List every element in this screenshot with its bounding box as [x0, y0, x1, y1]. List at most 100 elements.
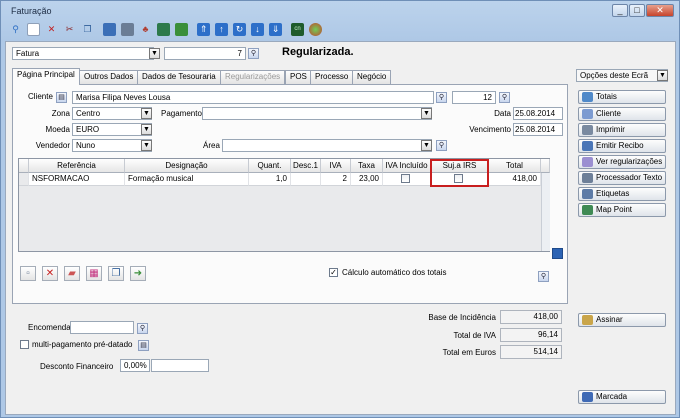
etiquetas-button[interactable]: Etiquetas — [578, 187, 666, 201]
zona-dropdown[interactable]: ▼ — [141, 108, 152, 119]
refresh-icon[interactable]: ↻ — [233, 23, 246, 36]
maximize-button[interactable]: □ — [629, 4, 645, 17]
iva-incluido-checkbox[interactable] — [401, 174, 410, 183]
map-icon — [582, 205, 593, 215]
desconto-value-field[interactable] — [151, 359, 209, 372]
calendar-icon[interactable]: ▦ — [86, 266, 102, 281]
encomenda-search-icon[interactable]: ⚲ — [137, 323, 148, 334]
moeda-dropdown[interactable]: ▼ — [141, 124, 152, 135]
data-field[interactable]: 25.08.2014 — [513, 107, 563, 120]
cliente-search-icon[interactable]: ⚲ — [436, 92, 447, 103]
area-dropdown[interactable]: ▼ — [421, 140, 432, 151]
tab-processo[interactable]: Processo — [310, 70, 354, 84]
new-line-icon[interactable]: ▫ — [20, 266, 36, 281]
document-icon[interactable]: ❐ — [108, 266, 124, 281]
doc-type-select[interactable]: Fatura — [12, 47, 154, 60]
upload-icon[interactable]: ⇑ — [197, 23, 210, 36]
total-iva-value: 96,14 — [500, 328, 562, 342]
vendedor-field[interactable]: Nuno — [72, 139, 152, 152]
doc-number-lookup-icon[interactable]: ⚲ — [248, 48, 259, 59]
close-button[interactable]: ✕ — [646, 4, 674, 17]
col-desc1[interactable]: Desc.1 — [291, 159, 321, 173]
col-referencia[interactable]: Referência — [29, 159, 125, 173]
assinar-button[interactable]: Assinar — [578, 313, 666, 327]
print-icon[interactable] — [121, 23, 134, 36]
grid-save-icon[interactable] — [552, 248, 563, 259]
cliente-label: Cliente — [28, 92, 53, 101]
table-icon[interactable] — [103, 23, 116, 36]
up-icon[interactable]: ↑ — [215, 23, 228, 36]
doc-number-field[interactable]: 7 — [164, 47, 246, 60]
col-taxa-iva[interactable]: Taxa IVA — [351, 159, 383, 183]
col-quant[interactable]: Quant. — [249, 159, 291, 173]
row-indicator[interactable] — [19, 173, 29, 186]
map-point-button[interactable]: Map Point — [578, 203, 666, 217]
totais-button[interactable]: Totais — [578, 90, 666, 104]
cn-icon[interactable]: cn — [291, 23, 304, 36]
grid-scrollbar[interactable] — [541, 173, 550, 251]
vendedor-dropdown[interactable]: ▼ — [141, 140, 152, 151]
multi-pagamento-checkbox[interactable] — [20, 340, 29, 349]
client-card-icon[interactable]: ▤ — [56, 92, 67, 103]
search-icon[interactable]: ⚲ — [9, 23, 22, 36]
client-icon — [582, 109, 593, 119]
cell-total[interactable]: 418,00 — [489, 173, 541, 186]
cell-iva[interactable]: 2 — [321, 173, 351, 186]
globe-icon[interactable] — [309, 23, 322, 36]
cliente-number-lookup-icon[interactable]: ⚲ — [499, 92, 510, 103]
area-search-icon[interactable]: ⚲ — [436, 140, 447, 151]
tab-pagina-principal[interactable]: Página Principal — [12, 68, 80, 85]
tree-icon[interactable]: ♣ — [139, 23, 152, 36]
vencimento-field[interactable]: 25.08.2014 — [513, 123, 563, 136]
marcada-button[interactable]: Marcada — [578, 390, 666, 404]
options-dropdown[interactable]: ▼ — [657, 70, 668, 81]
calc-auto-checkbox[interactable]: ✓ — [329, 268, 338, 277]
pagamento-field[interactable] — [202, 107, 432, 120]
download-icon[interactable]: ⇓ — [269, 23, 282, 36]
desconto-field[interactable]: 0,00% — [120, 359, 150, 372]
minimize-button[interactable]: _ — [612, 4, 628, 17]
imprimir-button[interactable]: Imprimir — [578, 123, 666, 137]
options-select[interactable]: Opções deste Ecrã — [576, 69, 668, 82]
col-iva-incluido[interactable]: IVA Incluído — [383, 159, 431, 173]
export-arrow-icon[interactable]: ➜ — [130, 266, 146, 281]
moeda-field[interactable]: EURO — [72, 123, 152, 136]
cell-quant[interactable]: 1,0 — [249, 173, 291, 186]
open-folder-icon[interactable]: ▰ — [64, 266, 80, 281]
col-iva[interactable]: IVA — [321, 159, 351, 173]
new-doc-icon[interactable] — [27, 23, 40, 36]
multi-pagamento-calendar-icon[interactable]: ▤ — [138, 340, 149, 351]
tab-pos[interactable]: POS — [285, 70, 312, 84]
encomenda-field[interactable] — [70, 321, 134, 334]
emitir-recibo-button[interactable]: Emitir Recibo — [578, 139, 666, 153]
delete-line-icon[interactable]: ✕ — [42, 266, 58, 281]
delete-icon[interactable]: ✕ — [45, 23, 58, 36]
ver-regularizacoes-button[interactable]: Ver regularizações — [578, 155, 666, 169]
cliente-button[interactable]: Cliente — [578, 107, 666, 121]
col-designacao[interactable]: Designação — [125, 159, 249, 173]
tab-outros-dados[interactable]: Outros Dados — [79, 70, 139, 84]
tab-regularizacoes[interactable]: Regularizações — [220, 70, 286, 84]
col-total[interactable]: Total — [489, 159, 541, 173]
processador-texto-button[interactable]: Processador Texto — [578, 171, 666, 185]
base-incidencia-value: 418,00 — [500, 310, 562, 324]
calc-info-icon[interactable]: ⚲ — [538, 271, 549, 282]
copy-icon[interactable]: ❐ — [81, 23, 94, 36]
cliente-number-field[interactable]: 12 — [452, 91, 496, 104]
cell-desc1[interactable] — [291, 173, 321, 186]
pagamento-dropdown[interactable]: ▼ — [421, 108, 432, 119]
tab-dados-tesouraria[interactable]: Dados de Tesouraria — [137, 70, 221, 84]
tab-negocio[interactable]: Negócio — [352, 70, 392, 84]
cell-iva-incluido[interactable] — [383, 173, 431, 186]
cliente-field[interactable]: Marisa Filipa Neves Lousa — [72, 91, 434, 104]
cut-icon[interactable]: ✂ — [63, 23, 76, 36]
zona-field[interactable]: Centro — [72, 107, 152, 120]
excel-icon[interactable] — [175, 23, 188, 36]
doc-type-dropdown[interactable]: ▼ — [149, 48, 160, 59]
area-field[interactable] — [222, 139, 432, 152]
cell-referencia[interactable]: NSFORMACAO — [29, 173, 125, 186]
export-icon[interactable] — [157, 23, 170, 36]
cell-taxa-iva[interactable]: 23,00 — [351, 173, 383, 186]
cell-designacao[interactable]: Formação musical — [125, 173, 249, 186]
down-icon[interactable]: ↓ — [251, 23, 264, 36]
